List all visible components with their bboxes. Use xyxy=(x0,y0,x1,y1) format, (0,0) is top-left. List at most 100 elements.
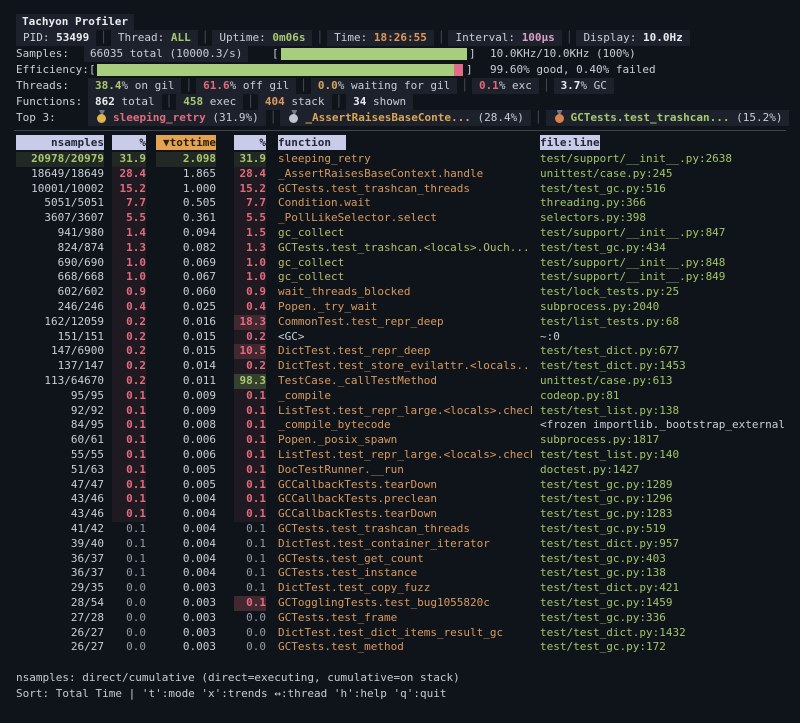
cell-t: 0.003 xyxy=(156,626,216,641)
table-row[interactable]: 92/920.10.0090.1ListTest.test_repr_large… xyxy=(0,404,800,419)
cell-c: 0.1 xyxy=(234,596,266,611)
table-row[interactable]: 84/950.10.0080.1_compile_bytecode<frozen… xyxy=(0,418,800,433)
table-row[interactable]: 41/420.10.0040.1GCTests.test_trashcan_th… xyxy=(0,522,800,537)
cell-c: 0.1 xyxy=(234,448,266,463)
cell-ns: 113/64670 xyxy=(16,374,104,389)
cell-d: 7.7 xyxy=(112,196,146,211)
table-row[interactable]: 5051/50517.70.5057.7Condition.waitthread… xyxy=(0,196,800,211)
table-row[interactable]: 151/1510.20.0150.2<GC>~:0 xyxy=(0,330,800,345)
table-row[interactable]: 51/630.10.0050.1DocTestRunner.__rundocte… xyxy=(0,463,800,478)
cell-d: 31.9 xyxy=(112,152,146,167)
cell-c: 0.1 xyxy=(234,566,266,581)
table-row[interactable]: 162/120590.20.01618.3CommonTest.test_rep… xyxy=(0,315,800,330)
bronze-medal-icon xyxy=(555,110,565,123)
cell-file: selectors.py:398 xyxy=(540,211,800,226)
cell-c: 0.4 xyxy=(234,300,266,315)
top3-item[interactable]: sleeping_retry (31.9%) xyxy=(88,110,266,126)
status-label: Interval: xyxy=(455,31,521,44)
header-function[interactable]: function xyxy=(278,135,532,150)
top3-item[interactable]: _AssertRaisesBaseConte... (28.4%) xyxy=(280,110,531,126)
table-row[interactable]: 95/950.10.0090.1_compilecodeop.py:81 xyxy=(0,389,800,404)
cell-c: 0.0 xyxy=(234,626,266,641)
table-row[interactable]: 3607/36075.50.3615.5_PollLikeSelector.se… xyxy=(0,211,800,226)
cell-t: 0.014 xyxy=(156,359,216,374)
cell-c: 15.2 xyxy=(234,182,266,197)
cell-ns: 39/40 xyxy=(16,537,104,552)
cell-ns: 84/95 xyxy=(16,418,104,433)
table-row[interactable]: 28/540.00.0030.1GCTogglingTests.test_bug… xyxy=(0,596,800,611)
table-row[interactable]: 36/370.10.0040.1GCTests.test_instancetes… xyxy=(0,566,800,581)
cell-d: 1.3 xyxy=(112,241,146,256)
cell-fn: GCTests.test_trashcan.<locals>.Ouch.... xyxy=(278,241,532,256)
header-tottime-sorted[interactable]: ▼tottime xyxy=(156,135,216,150)
table-row[interactable]: 602/6020.90.0600.9wait_threads_blockedte… xyxy=(0,285,800,300)
table-row[interactable]: 18649/1864928.41.86528.4_AssertRaisesBas… xyxy=(0,167,800,182)
cell-c: 28.4 xyxy=(234,167,266,182)
cell-c: 98.3 xyxy=(234,374,266,389)
cell-t: 0.006 xyxy=(156,433,216,448)
samples-bar-close: ] xyxy=(469,46,476,62)
table-row[interactable]: 47/470.10.0050.1GCCallbackTests.tearDown… xyxy=(0,478,800,493)
table-row[interactable]: 246/2460.40.0250.4Popen._try_waitsubproc… xyxy=(0,300,800,315)
top3-item[interactable]: GCTests.test_trashcan... (15.2%) xyxy=(546,110,790,126)
cell-fn: GCTests.test_trashcan_threads xyxy=(278,182,532,197)
cell-t: 0.011 xyxy=(156,374,216,389)
cell-fn: _compile xyxy=(278,389,532,404)
cell-file: unittest/case.py:245 xyxy=(540,167,800,182)
table-row[interactable]: 43/460.10.0040.1GCCallbackTests.preclean… xyxy=(0,492,800,507)
cell-d: 15.2 xyxy=(112,182,146,197)
cell-file: test/test_dict.py:421 xyxy=(540,581,800,596)
table-row[interactable]: 668/6681.00.0671.0gc_collecttest/support… xyxy=(0,270,800,285)
cell-fn: gc_collect xyxy=(278,226,532,241)
cell-file: test/test_gc.py:519 xyxy=(540,522,800,537)
table-row[interactable]: 39/400.10.0040.1DictTest.test_container_… xyxy=(0,537,800,552)
cell-ns: 151/151 xyxy=(16,330,104,345)
cell-fn: GCTests.test_trashcan_threads xyxy=(278,522,532,537)
cell-file: threading.py:366 xyxy=(540,196,800,211)
table-row[interactable]: 10001/1000215.21.00015.2GCTests.test_tra… xyxy=(0,182,800,197)
top3-percent: (28.4%) xyxy=(478,111,524,124)
table-row[interactable]: 20978/2097931.92.09831.9sleeping_retryte… xyxy=(0,152,800,167)
cell-t: 0.004 xyxy=(156,552,216,567)
cell-c: 0.1 xyxy=(234,522,266,537)
table-row[interactable]: 27/280.00.0030.0GCTests.test_frametest/t… xyxy=(0,611,800,626)
table-row[interactable]: 26/270.00.0030.0DictTest.test_dict_items… xyxy=(0,626,800,641)
cell-file: test/test_gc.py:172 xyxy=(540,640,800,655)
function-value: 862 xyxy=(95,95,115,108)
table-row[interactable]: 29/350.00.0030.1DictTest.test_copy_fuzzt… xyxy=(0,581,800,596)
separator: │ xyxy=(243,95,258,108)
cell-c: 18.3 xyxy=(234,315,266,330)
cell-file: test/test_gc.py:403 xyxy=(540,552,800,567)
cell-t: 0.003 xyxy=(156,640,216,655)
table-row[interactable]: 55/550.10.0060.1ListTest.test_repr_large… xyxy=(0,448,800,463)
status-display: Display: 10.0Hz xyxy=(576,30,689,46)
cell-d: 0.1 xyxy=(112,478,146,493)
cell-ns: 60/61 xyxy=(16,433,104,448)
cell-file: test/test_gc.py:336 xyxy=(540,611,800,626)
header-nsamples[interactable]: nsamples xyxy=(16,135,104,150)
header-cumulative-pct[interactable]: % xyxy=(234,135,266,150)
table-row[interactable]: 690/6901.00.0691.0gc_collecttest/support… xyxy=(0,256,800,271)
table-row[interactable]: 43/460.10.0040.1GCCallbackTests.tearDown… xyxy=(0,507,800,522)
table-row[interactable]: 137/1470.20.0140.2DictTest.test_store_ev… xyxy=(0,359,800,374)
cell-t: 0.006 xyxy=(156,448,216,463)
table-row[interactable]: 941/9801.40.0941.5gc_collecttest/support… xyxy=(0,226,800,241)
cell-file: test/test_dict.py:957 xyxy=(540,537,800,552)
cell-d: 0.0 xyxy=(112,626,146,641)
cell-file: test/support/__init__.py:848 xyxy=(540,256,800,271)
cell-fn: sleeping_retry xyxy=(278,152,532,167)
table-row[interactable]: 26/270.00.0030.0GCTests.test_methodtest/… xyxy=(0,640,800,655)
cell-d: 0.1 xyxy=(112,522,146,537)
table-row[interactable]: 60/610.10.0060.1Popen._posix_spawnsubpro… xyxy=(0,433,800,448)
cell-t: 0.016 xyxy=(156,315,216,330)
cell-t: 0.003 xyxy=(156,581,216,596)
table-row[interactable]: 36/370.10.0040.1GCTests.test_get_countte… xyxy=(0,552,800,567)
function-stat: 458 exec xyxy=(176,94,243,110)
header-file-line[interactable]: file:line xyxy=(540,135,800,150)
cell-file: test/test_gc.py:434 xyxy=(540,241,800,256)
table-row[interactable]: 113/646700.20.01198.3TestCase._callTestM… xyxy=(0,374,800,389)
cell-t: 0.005 xyxy=(156,463,216,478)
table-row[interactable]: 147/69000.20.01510.5DictTest.test_repr_d… xyxy=(0,344,800,359)
header-direct-pct[interactable]: % xyxy=(112,135,146,150)
table-row[interactable]: 824/8741.30.0821.3GCTests.test_trashcan.… xyxy=(0,241,800,256)
